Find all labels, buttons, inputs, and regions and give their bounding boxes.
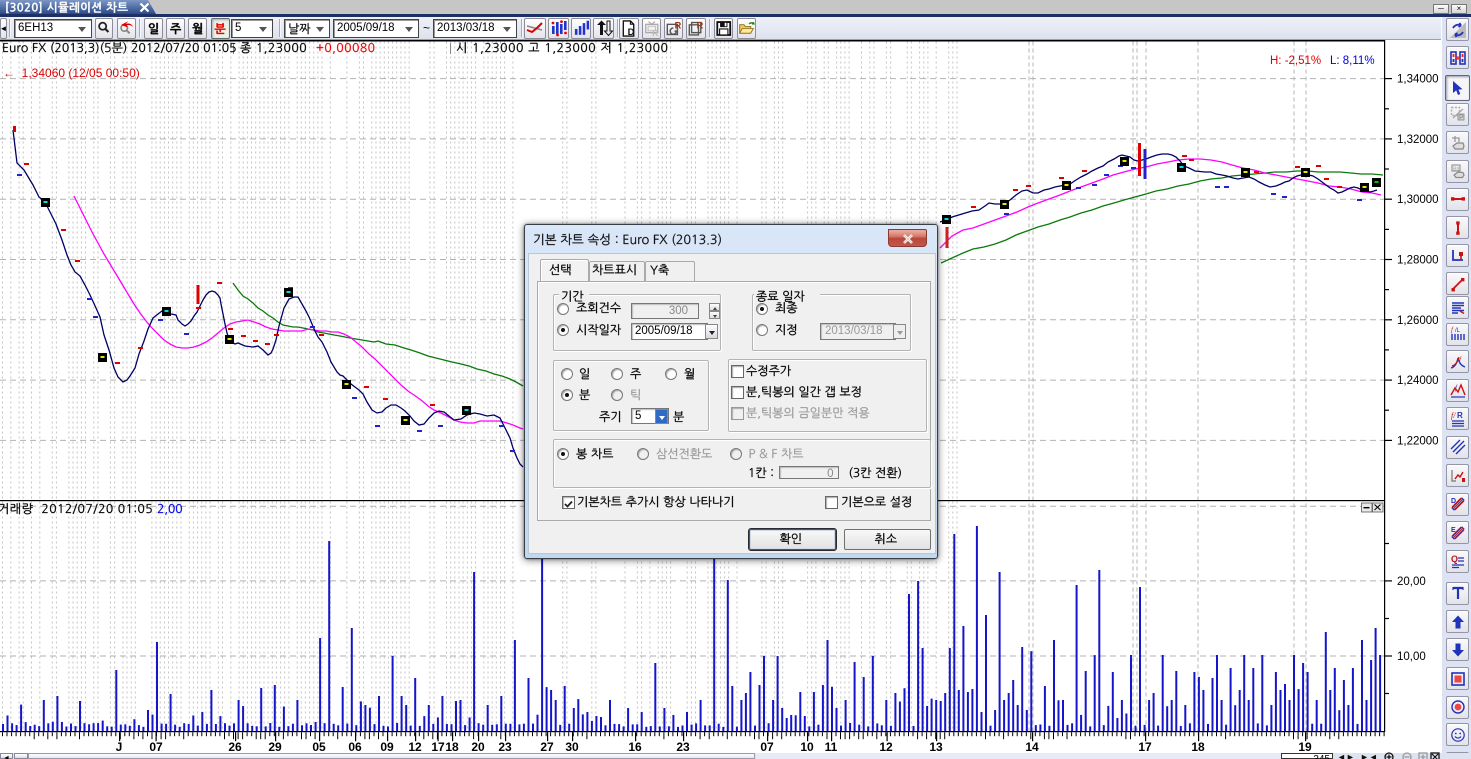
svg-text:26: 26 <box>228 740 242 754</box>
svg-text:12: 12 <box>408 740 422 754</box>
svg-text:D: D <box>1451 498 1456 505</box>
svg-text:20,00: 20,00 <box>1397 576 1426 588</box>
svg-text:f/: f/ <box>1451 411 1456 420</box>
svg-text:27: 27 <box>540 740 554 754</box>
svg-text:R: R <box>674 20 681 30</box>
svg-text:18: 18 <box>1191 740 1205 754</box>
svg-text:1,28000: 1,28000 <box>1397 255 1439 267</box>
svg-text:17: 17 <box>431 740 445 754</box>
svg-text:10,00: 10,00 <box>1397 651 1426 663</box>
svg-text:P: P <box>1459 115 1464 122</box>
svg-text:06: 06 <box>348 740 362 754</box>
svg-text:30: 30 <box>565 740 579 754</box>
svg-text:09: 09 <box>380 740 394 754</box>
svg-text:E: E <box>1451 527 1456 534</box>
svg-text:D: D <box>628 27 635 38</box>
svg-text:07: 07 <box>760 740 774 754</box>
svg-text:13: 13 <box>929 740 943 754</box>
svg-text:07: 07 <box>149 740 163 754</box>
svg-text:11: 11 <box>825 740 838 754</box>
svg-text:18: 18 <box>445 740 459 754</box>
svg-text:05: 05 <box>312 740 326 754</box>
svg-text:R: R <box>652 29 658 38</box>
svg-text:17: 17 <box>1138 740 1152 754</box>
svg-text:R: R <box>1457 411 1463 420</box>
svg-text:1,32000: 1,32000 <box>1397 134 1439 146</box>
svg-text:1,30000: 1,30000 <box>1397 194 1439 206</box>
svg-text:f: f <box>1451 326 1454 334</box>
svg-text:20: 20 <box>471 740 485 754</box>
svg-text:1,22000: 1,22000 <box>1397 435 1439 447</box>
svg-text:J: J <box>116 740 123 754</box>
svg-text:29: 29 <box>268 740 282 754</box>
svg-text:23: 23 <box>498 740 512 754</box>
svg-text:f: f <box>1459 356 1462 364</box>
svg-text:Q: Q <box>1451 554 1458 564</box>
svg-text:10: 10 <box>800 740 814 754</box>
svg-text:12: 12 <box>879 740 893 754</box>
svg-text:1,26000: 1,26000 <box>1397 315 1439 327</box>
svg-text:19: 19 <box>1298 740 1312 754</box>
svg-text:1,34000: 1,34000 <box>1397 74 1439 86</box>
svg-text:14: 14 <box>1025 740 1039 754</box>
svg-text:23: 23 <box>676 740 690 754</box>
svg-text:1,24000: 1,24000 <box>1397 375 1439 387</box>
svg-text:R: R <box>697 20 704 30</box>
svg-text:16: 16 <box>628 740 642 754</box>
svg-text:/L: /L <box>1455 328 1461 334</box>
